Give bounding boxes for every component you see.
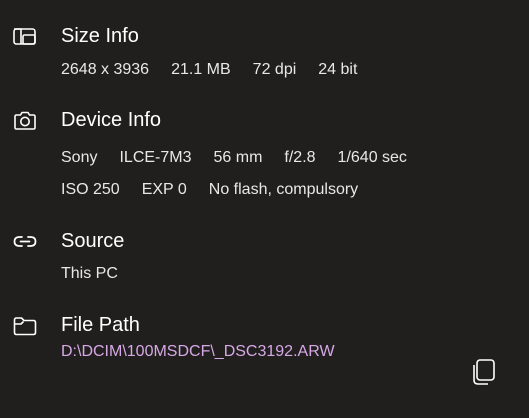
device-info-row-1: Sony ILCE-7M3 56 mm f/2.8 1/640 sec — [61, 149, 407, 167]
iso-value: ISO 250 — [61, 181, 120, 198]
focal-length-value: 56 mm — [213, 149, 263, 166]
file-path-link[interactable]: D:\DCIM\100MSDCF\_DSC3192.ARW — [61, 343, 335, 361]
camera-icon — [12, 108, 38, 134]
aperture-value: f/2.8 — [284, 149, 316, 166]
file-path-title: File Path — [61, 314, 140, 336]
device-info-title: Device Info — [61, 109, 162, 131]
exposure-value: EXP 0 — [141, 181, 187, 198]
shutter-speed-value: 1/640 sec — [337, 149, 407, 166]
resize-image-icon — [12, 24, 38, 50]
dimensions-value: 2648 x 3936 — [61, 61, 150, 78]
source-title: Source — [61, 230, 125, 252]
folder-icon — [12, 313, 38, 339]
link-icon — [12, 229, 38, 255]
camera-make-value: Sony — [61, 149, 98, 166]
image-info-panel: Size Info 2648 x 3936 21.1 MB 72 dpi 24 bit… — [0, 0, 529, 418]
size-info-values: 2648 x 3936 21.1 MB 72 dpi 24 bit — [61, 61, 357, 79]
copy-path-button[interactable] — [468, 356, 500, 388]
flash-value: No flash, compulsory — [208, 181, 359, 198]
file-size-value: 21.1 MB — [171, 61, 231, 78]
copy-icon — [473, 359, 495, 385]
camera-model-value: ILCE-7M3 — [119, 149, 192, 166]
bit-depth-value: 24 bit — [318, 61, 358, 78]
size-info-title: Size Info — [61, 25, 139, 47]
dpi-value: 72 dpi — [252, 61, 297, 78]
source-value: This PC — [61, 265, 118, 282]
device-info-row-2: ISO 250 EXP 0 No flash, compulsory — [61, 181, 358, 199]
